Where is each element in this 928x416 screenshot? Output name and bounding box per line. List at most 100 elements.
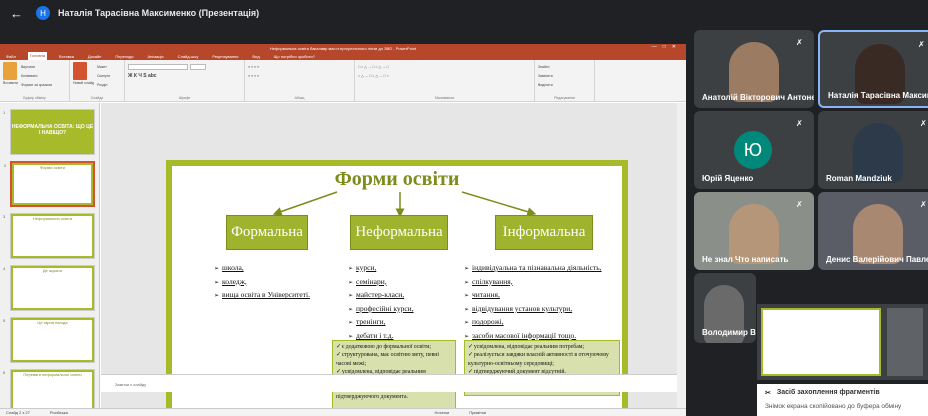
vertical-scrollbar[interactable] <box>677 103 686 410</box>
list-item: семінари, <box>348 276 468 290</box>
informal-heading: Інформальна <box>495 215 593 250</box>
ribbon-tabs: Файл Головна Вставка Дизайн Переходи Анімація… <box>0 52 686 60</box>
shapes-gallery[interactable]: □ ○ △ → □ ○ △ → □ <box>358 62 531 71</box>
ribbon-tab[interactable]: Що потрібно зробити? <box>272 54 317 59</box>
mic-off-icon: ✗ <box>796 200 803 209</box>
font-size-field[interactable] <box>190 63 206 70</box>
find-button[interactable]: Знайти <box>538 62 591 71</box>
list-item: курси, <box>348 262 468 276</box>
group-label: Редагування <box>554 96 575 100</box>
ribbon-tab[interactable]: Головна <box>27 52 48 60</box>
participant-tile[interactable]: ✗ Roman Mandziuk <box>818 111 928 189</box>
ribbon-tab[interactable]: Рецензування <box>210 54 240 59</box>
ribbon-tab[interactable]: Слайд-шоу <box>176 54 201 59</box>
presentation-title: Наталія Тарасівна Максименко (Презентаці… <box>58 8 260 18</box>
list-item: коледж, <box>214 276 334 290</box>
formal-heading: Формальна <box>226 215 308 250</box>
ribbon-tab[interactable]: Вставка <box>57 54 76 59</box>
section-button[interactable]: Розділ <box>97 80 110 89</box>
replace-button[interactable]: Замінити <box>538 71 591 80</box>
slide-counter: Слайд 2 з 27 <box>6 410 30 415</box>
mic-off-icon: ✗ <box>920 119 927 128</box>
mic-off-icon: ✗ <box>796 119 803 128</box>
list-item: подорожі, <box>464 316 624 330</box>
thumb-slide-5[interactable]: 5 Це гарна нагода <box>3 317 95 363</box>
mic-off-icon: ✗ <box>918 40 925 49</box>
list-buttons[interactable]: ≡ ≡ ≡ ≡ <box>248 62 351 71</box>
thumb-slide-2[interactable]: 2 Форми освіти <box>4 161 95 207</box>
ribbon-tab[interactable]: Анімація <box>146 54 166 59</box>
list-item: школа, <box>214 262 334 276</box>
participant-name: Володимир Вас... <box>702 328 756 337</box>
new-slide-button[interactable]: Новий слайд <box>73 81 94 85</box>
thumb-slide-1[interactable]: 1 НЕФОРМАЛЬНА ОСВІТА: ЩО ЦЕ І НАВІЩО? <box>3 109 95 155</box>
group-font: Ж К Ч S abc Шрифт <box>125 60 245 101</box>
window-controls[interactable]: —□✕ <box>652 44 682 50</box>
thumb-number: 3 <box>3 214 6 219</box>
self-view-preview <box>757 304 928 380</box>
note-line: структурована, має освітню мету, певні ч… <box>336 351 452 368</box>
list-item: майстер-класи, <box>348 289 468 303</box>
ribbon-tab[interactable]: Вид <box>250 54 261 59</box>
format-painter-button[interactable]: Формат за зразком <box>21 80 52 89</box>
list-item: відвідування установ культури, <box>464 303 624 317</box>
participant-name: Наталія Тарасівна Максимен... <box>828 91 928 100</box>
list-item: вища освіта в Університеті. <box>214 289 334 303</box>
slide-thumbnails: 1 НЕФОРМАЛЬНА ОСВІТА: ЩО ЦЕ І НАВІЩО? 2 … <box>0 103 100 415</box>
font-style-buttons[interactable]: Ж К Ч S abc <box>128 71 241 80</box>
back-arrow-icon[interactable]: ← <box>10 6 24 21</box>
participant-tile[interactable]: ✗ Не знал Что написать <box>694 192 814 270</box>
list-item: професійні курси, <box>348 303 468 317</box>
ppt-titlebar: Неформальна освіта бакалавр маг.ст.прогр… <box>0 44 686 52</box>
group-label: Слайди <box>90 96 104 100</box>
group-label: Малювання <box>434 96 455 100</box>
mini-participant-grid <box>887 308 923 376</box>
group-clipboard: Вставити Вирізати Копіювати Формат за зр… <box>0 60 70 101</box>
select-button[interactable]: Виділити <box>538 80 591 89</box>
group-label: Абзац <box>294 96 305 100</box>
thumb-slide-3[interactable]: 3 Неформальна освіта <box>3 213 95 259</box>
group-paragraph: ≡ ≡ ≡ ≡ ≡ ≡ ≡ ≡ Абзац <box>245 60 355 101</box>
align-buttons[interactable]: ≡ ≡ ≡ ≡ <box>248 71 351 80</box>
copy-button[interactable]: Копіювати <box>21 71 52 80</box>
thumb-number: 4 <box>3 266 6 271</box>
toast-title: Засіб захоплення фрагментів <box>776 389 880 396</box>
paste-icon[interactable] <box>3 62 17 80</box>
comments-toggle[interactable]: Примітки <box>469 410 486 415</box>
reset-button[interactable]: Скинути <box>97 71 110 80</box>
snip-toast[interactable]: ✂ Засіб захоплення фрагментів Знімок екра… <box>757 384 928 416</box>
font-name-field[interactable] <box>128 63 188 70</box>
notes-pane[interactable]: Замітки к слайду <box>101 374 677 392</box>
list-item: індивідуальна та пізнавальна діяльність, <box>464 262 624 276</box>
participant-tile[interactable]: Ю ✗ Юрій Яценко <box>694 111 814 189</box>
group-label: Шрифт <box>178 96 191 100</box>
note-line: є додатковою до формальної освіти; <box>336 343 452 351</box>
participant-tile[interactable]: ✗ Денис Валерійович Павленко <box>818 192 928 270</box>
cut-button[interactable]: Вирізати <box>21 62 52 71</box>
participant-name: Юрій Яценко <box>702 174 754 183</box>
ribbon-tab[interactable]: Файл <box>4 54 18 59</box>
notes-toggle[interactable]: Нотатки <box>434 410 449 415</box>
paste-button[interactable]: Вставити <box>3 81 18 85</box>
participant-name: Не знал Что написать <box>702 255 789 264</box>
list-item: спілкування, <box>464 276 624 290</box>
formal-list: школа, коледж, вища освіта в Університет… <box>214 262 334 303</box>
meet-topbar: ← Н Наталія Тарасівна Максименко (Презен… <box>0 0 928 26</box>
thumb-number: 1 <box>3 110 6 115</box>
ribbon-tab[interactable]: Дизайн <box>86 54 103 59</box>
note-line: реалізується завдяки власній активності … <box>468 351 616 368</box>
participant-tile[interactable]: ✗ Анатолій Вікторович Антоне... <box>694 30 814 108</box>
layout-button[interactable]: Макет <box>97 62 110 71</box>
participant-tile[interactable]: ✗ Наталія Тарасівна Максимен... <box>818 30 928 108</box>
ribbon-tab[interactable]: Переходи <box>113 54 135 59</box>
participant-tile[interactable]: Володимир Вас... <box>694 273 756 343</box>
mini-slide-preview <box>761 308 881 376</box>
new-slide-icon[interactable] <box>73 62 87 80</box>
participant-avatar: Ю <box>734 131 772 169</box>
shapes-gallery-row2[interactable]: ○ △ → □ ○ △ → □ ○ <box>358 71 531 80</box>
mic-off-icon: ✗ <box>920 200 927 209</box>
doc-title: Неформальна освіта бакалавр маг.ст.прогр… <box>269 45 417 51</box>
thumb-slide-4[interactable]: 4 Де шукати <box>3 265 95 311</box>
thumb-title: НЕФОРМАЛЬНА ОСВІТА: ЩО ЦЕ І НАВІЩО? <box>11 124 94 136</box>
snip-icon: ✂ <box>765 390 771 397</box>
